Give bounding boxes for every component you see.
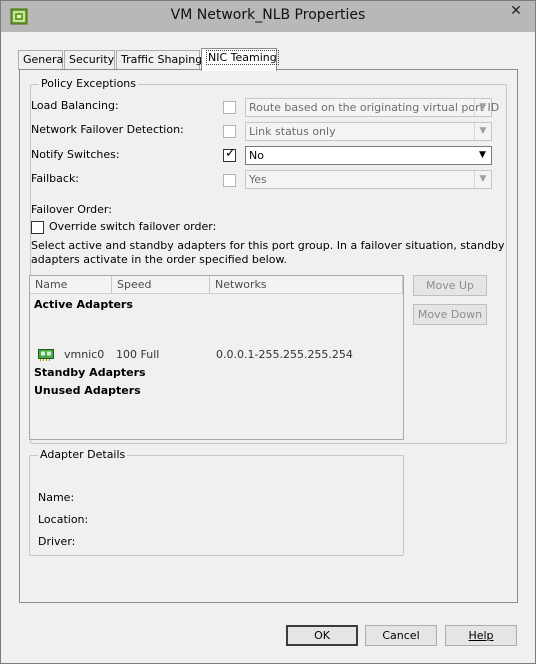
- adapter-name-cell[interactable]: vmnic0: [64, 348, 104, 361]
- notify-switches-value: No: [249, 149, 264, 162]
- adapter-list-header: Name Speed Networks: [30, 276, 403, 294]
- load-balancing-label: Load Balancing:: [31, 99, 119, 112]
- tab-general[interactable]: General: [18, 50, 67, 70]
- load-balancing-select[interactable]: Route based on the originating virtual p…: [245, 98, 499, 117]
- tab-security[interactable]: Security: [64, 50, 115, 70]
- failover-detection-value: Link status only: [249, 125, 336, 138]
- tab-nic-teaming-label: NIC Teaming: [206, 50, 279, 65]
- active-adapters-header: Active Adapters: [34, 298, 133, 311]
- failback-label: Failback:: [31, 172, 80, 185]
- adapter-details-legend: Adapter Details: [38, 448, 128, 461]
- chevron-down-icon: ▼: [474, 123, 491, 140]
- tab-traffic-shaping[interactable]: Traffic Shaping: [116, 50, 203, 70]
- adapter-speed-cell: 100 Full: [116, 348, 160, 361]
- override-failover-checkbox[interactable]: [31, 221, 44, 234]
- ok-label: OK: [314, 629, 330, 642]
- failover-detection-checkbox[interactable]: [223, 125, 236, 138]
- standby-adapters-header: Standby Adapters: [34, 366, 146, 379]
- failover-order-label: Failover Order:: [31, 203, 112, 216]
- dialog-client: General Security Traffic Shaping NIC Tea…: [9, 32, 527, 657]
- help-button[interactable]: Help: [445, 625, 517, 646]
- detail-name-label: Name:: [38, 491, 75, 504]
- move-down-button[interactable]: Move Down: [413, 304, 487, 325]
- move-up-button[interactable]: Move Up: [413, 275, 487, 296]
- adapter-list[interactable]: Name Speed Networks Active Adapters vmni…: [29, 275, 404, 440]
- failback-value: Yes: [249, 173, 267, 186]
- help-label: Help: [468, 629, 494, 642]
- detail-location-label: Location:: [38, 513, 89, 526]
- adapter-details-group: Adapter Details Name: Location: Driver:: [29, 448, 404, 556]
- properties-window: VM Network_NLB Properties ✕ General Secu…: [0, 0, 536, 664]
- load-balancing-checkbox[interactable]: [223, 101, 236, 114]
- adapter-description-line2: adapters activate in the order specified…: [31, 253, 287, 266]
- cancel-label: Cancel: [382, 629, 420, 642]
- window-title: VM Network_NLB Properties: [170, 7, 366, 23]
- cancel-button[interactable]: Cancel: [365, 625, 437, 646]
- notify-switches-select[interactable]: No ▼: [245, 146, 492, 165]
- policy-exceptions-legend: Policy Exceptions: [39, 77, 139, 90]
- tab-security-label: Security: [69, 53, 115, 66]
- notify-switches-label: Notify Switches:: [31, 148, 120, 161]
- failover-detection-select[interactable]: Link status only ▼: [245, 122, 492, 141]
- chevron-down-icon: ▼: [474, 99, 491, 116]
- policy-exceptions-group: Policy Exceptions Load Balancing: Route …: [29, 77, 507, 556]
- override-failover-label[interactable]: Override switch failover order:: [49, 220, 216, 233]
- detail-driver-label: Driver:: [38, 535, 76, 548]
- column-header-speed[interactable]: Speed: [112, 276, 210, 294]
- failback-select[interactable]: Yes ▼: [245, 170, 492, 189]
- tab-general-label: General: [23, 53, 67, 66]
- column-header-networks[interactable]: Networks: [210, 276, 403, 294]
- tab-traffic-shaping-label: Traffic Shaping: [121, 53, 203, 66]
- nic-teaming-panel: Policy Exceptions Load Balancing: Route …: [19, 69, 518, 603]
- title-bar[interactable]: VM Network_NLB Properties ✕: [1, 1, 535, 32]
- chevron-down-icon: ▼: [479, 150, 486, 160]
- adapter-description-line1: Select active and standby adapters for t…: [31, 239, 505, 252]
- unused-adapters-header: Unused Adapters: [34, 384, 141, 397]
- move-down-label: Move Down: [417, 308, 483, 321]
- load-balancing-value: Route based on the originating virtual p…: [249, 101, 500, 114]
- move-up-label: Move Up: [425, 279, 475, 292]
- close-icon[interactable]: ✕: [505, 1, 527, 21]
- ok-button[interactable]: OK: [286, 625, 358, 646]
- failover-detection-label: Network Failover Detection:: [31, 123, 184, 136]
- failback-checkbox[interactable]: [223, 174, 236, 187]
- column-header-name[interactable]: Name: [30, 276, 112, 294]
- network-adapter-icon: [38, 349, 54, 361]
- notify-switches-checkbox[interactable]: ✓: [223, 146, 236, 162]
- chevron-down-icon: ▼: [474, 171, 491, 188]
- tab-nic-teaming[interactable]: NIC Teaming: [201, 48, 279, 71]
- adapter-networks-cell: 0.0.0.1-255.255.255.254: [216, 348, 353, 361]
- checkmark-icon: ✓: [225, 146, 236, 161]
